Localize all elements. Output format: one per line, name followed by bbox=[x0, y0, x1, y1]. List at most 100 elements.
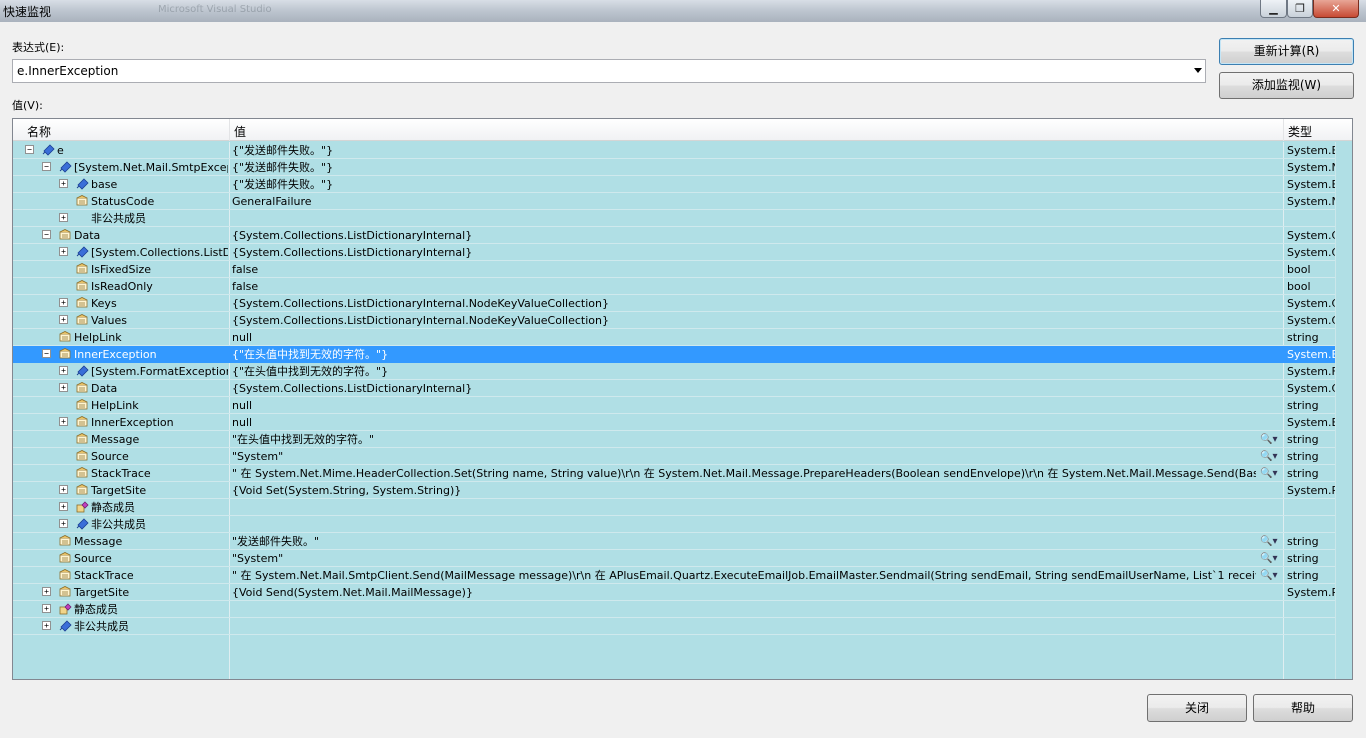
value-cell[interactable]: null bbox=[232, 331, 1284, 344]
column-separator[interactable] bbox=[1283, 119, 1284, 141]
value-cell[interactable]: {"在头值中找到无效的字符。"} bbox=[232, 365, 1284, 378]
table-row[interactable]: + [System.Collections.ListDicti {System.Co… bbox=[13, 244, 1335, 261]
table-row[interactable]: − e {"发送邮件失败。"} System.E bbox=[13, 142, 1335, 159]
field-diamond-icon bbox=[42, 144, 55, 156]
expand-icon[interactable]: + bbox=[59, 366, 68, 375]
value-cell[interactable]: {Void Set(System.String, System.String)} bbox=[232, 484, 1284, 497]
value-cell[interactable]: {"发送邮件失败。"} bbox=[232, 178, 1284, 191]
magnifier-icon[interactable]: 🔍▾ bbox=[1260, 450, 1277, 463]
value-cell[interactable]: {"发送邮件失败。"} bbox=[232, 144, 1284, 157]
table-row[interactable]: + 静态成员 bbox=[13, 499, 1335, 516]
table-row[interactable]: − [System.Net.Mail.SmtpExceptio {"发送邮件失败。"… bbox=[13, 159, 1335, 176]
value-cell[interactable]: "在头值中找到无效的字符。" 🔍▾ bbox=[232, 433, 1284, 449]
magnifier-icon[interactable]: 🔍▾ bbox=[1260, 552, 1277, 565]
expression-combobox[interactable]: e.InnerException bbox=[12, 59, 1206, 83]
name-cell: + 非公共成员 bbox=[13, 618, 228, 633]
expand-icon[interactable]: + bbox=[59, 519, 68, 528]
expand-icon[interactable]: + bbox=[59, 213, 68, 222]
table-row[interactable]: + TargetSite {Void Send(System.Net.Mail.Ma… bbox=[13, 584, 1335, 601]
magnifier-icon[interactable]: 🔍▾ bbox=[1260, 535, 1277, 548]
dropdown-arrow-icon[interactable] bbox=[1194, 68, 1202, 73]
table-row[interactable]: StackTrace " 在 System.Net.Mail.SmtpClient… bbox=[13, 567, 1335, 584]
value-cell[interactable]: false bbox=[232, 263, 1284, 276]
table-row[interactable]: + Data {System.Collections.ListDictionaryI… bbox=[13, 380, 1335, 397]
value-cell[interactable]: " 在 System.Net.Mime.HeaderCollection.Set… bbox=[232, 467, 1284, 483]
table-row[interactable]: − InnerException {"在头值中找到无效的字符。"} System.E bbox=[13, 346, 1335, 363]
value-cell[interactable]: "发送邮件失败。" 🔍▾ bbox=[232, 535, 1284, 551]
collapse-icon[interactable]: − bbox=[42, 349, 51, 358]
minimize-button[interactable]: ▁ bbox=[1260, 0, 1287, 18]
value-cell[interactable]: "System" 🔍▾ bbox=[232, 450, 1284, 466]
close-button[interactable]: 关闭 bbox=[1147, 694, 1247, 722]
table-row[interactable]: + Values {System.Collections.ListDictionar… bbox=[13, 312, 1335, 329]
collapse-icon[interactable]: − bbox=[42, 162, 51, 171]
magnifier-icon[interactable]: 🔍▾ bbox=[1260, 433, 1277, 446]
magnifier-icon[interactable]: 🔍▾ bbox=[1260, 569, 1277, 582]
watch-grid[interactable]: 名称 值 类型 − e {"发送邮件失败。"} System.E − [System.Ne… bbox=[12, 118, 1353, 680]
table-row[interactable]: Message "在头值中找到无效的字符。" 🔍▾ string bbox=[13, 431, 1335, 448]
table-row[interactable]: + InnerException null System.E bbox=[13, 414, 1335, 431]
recalculate-button[interactable]: 重新计算(R) bbox=[1219, 38, 1354, 65]
column-header-value[interactable]: 值 bbox=[234, 123, 246, 140]
column-separator[interactable] bbox=[229, 119, 230, 141]
value-cell[interactable]: " 在 System.Net.Mail.SmtpClient.Send(Mail… bbox=[232, 569, 1284, 585]
value-cell[interactable]: {"在头值中找到无效的字符。"} bbox=[232, 348, 1284, 361]
expand-icon[interactable]: + bbox=[59, 298, 68, 307]
value-cell[interactable]: {System.Collections.ListDictionaryIntern… bbox=[232, 246, 1284, 259]
table-row[interactable]: + [System.FormatException] {"在头值中找到无效的字符。"… bbox=[13, 363, 1335, 380]
table-row[interactable]: IsReadOnly false bool bbox=[13, 278, 1335, 295]
table-row[interactable]: HelpLink null string bbox=[13, 397, 1335, 414]
expand-icon[interactable]: + bbox=[59, 383, 68, 392]
maximize-button[interactable]: ❐ bbox=[1287, 0, 1313, 18]
property-icon bbox=[76, 433, 89, 445]
close-window-button[interactable]: ✕ bbox=[1313, 0, 1359, 18]
help-button[interactable]: 帮助 bbox=[1253, 694, 1353, 722]
value-cell[interactable]: false bbox=[232, 280, 1284, 293]
column-header-type[interactable]: 类型 bbox=[1288, 123, 1312, 140]
value-cell[interactable]: {"发送邮件失败。"} bbox=[232, 161, 1284, 174]
value-cell[interactable]: {System.Collections.ListDictionaryIntern… bbox=[232, 297, 1284, 310]
table-row[interactable]: StatusCode GeneralFailure System.N bbox=[13, 193, 1335, 210]
table-row[interactable]: Message "发送邮件失败。" 🔍▾ string bbox=[13, 533, 1335, 550]
table-row[interactable]: + Keys {System.Collections.ListDictionaryI… bbox=[13, 295, 1335, 312]
magnifier-icon[interactable]: 🔍▾ bbox=[1260, 467, 1277, 480]
expand-icon[interactable]: + bbox=[59, 485, 68, 494]
value-cell[interactable]: {System.Collections.ListDictionaryIntern… bbox=[232, 314, 1284, 327]
value-cell[interactable]: {System.Collections.ListDictionaryIntern… bbox=[232, 382, 1284, 395]
collapse-icon[interactable]: − bbox=[25, 145, 34, 154]
table-row[interactable]: IsFixedSize false bool bbox=[13, 261, 1335, 278]
add-watch-button[interactable]: 添加监视(W) bbox=[1219, 72, 1354, 99]
table-row[interactable]: + TargetSite {Void Set(System.String, Syst… bbox=[13, 482, 1335, 499]
expand-icon[interactable]: + bbox=[42, 621, 51, 630]
value-cell[interactable]: null bbox=[232, 399, 1284, 412]
expand-icon[interactable]: + bbox=[42, 604, 51, 613]
expand-icon[interactable]: + bbox=[59, 417, 68, 426]
vertical-scrollbar[interactable] bbox=[1335, 142, 1352, 679]
table-row[interactable]: StackTrace " 在 System.Net.Mime.HeaderColl… bbox=[13, 465, 1335, 482]
expand-icon[interactable]: + bbox=[59, 247, 68, 256]
table-row[interactable]: Source "System" 🔍▾ string bbox=[13, 448, 1335, 465]
value-cell[interactable]: GeneralFailure bbox=[232, 195, 1284, 208]
item-name: e bbox=[57, 144, 64, 157]
table-row[interactable]: HelpLink null string bbox=[13, 329, 1335, 346]
value-cell[interactable]: null bbox=[232, 416, 1284, 429]
table-row[interactable]: + 非公共成员 bbox=[13, 516, 1335, 533]
expand-icon[interactable]: + bbox=[59, 179, 68, 188]
item-name: HelpLink bbox=[74, 331, 122, 344]
table-row[interactable]: − Data {System.Collections.ListDictionaryI… bbox=[13, 227, 1335, 244]
expression-input[interactable]: e.InnerException bbox=[17, 64, 118, 78]
value-cell[interactable]: {System.Collections.ListDictionaryIntern… bbox=[232, 229, 1284, 242]
table-row[interactable]: + 非公共成员 bbox=[13, 618, 1335, 635]
collapse-icon[interactable]: − bbox=[42, 230, 51, 239]
table-row[interactable]: Source "System" 🔍▾ string bbox=[13, 550, 1335, 567]
value-cell[interactable]: {Void Send(System.Net.Mail.MailMessage)} bbox=[232, 586, 1284, 599]
value-cell[interactable]: "System" 🔍▾ bbox=[232, 552, 1284, 568]
table-row[interactable]: + 静态成员 bbox=[13, 601, 1335, 618]
table-row[interactable]: + base {"发送邮件失败。"} System.E bbox=[13, 176, 1335, 193]
expand-icon[interactable]: + bbox=[59, 502, 68, 511]
expand-icon[interactable]: + bbox=[42, 587, 51, 596]
table-row[interactable]: + 非公共成员 bbox=[13, 210, 1335, 227]
expand-icon[interactable]: + bbox=[59, 315, 68, 324]
column-header-name[interactable]: 名称 bbox=[27, 123, 51, 140]
item-value: {System.Collections.ListDictionaryIntern… bbox=[232, 382, 473, 395]
